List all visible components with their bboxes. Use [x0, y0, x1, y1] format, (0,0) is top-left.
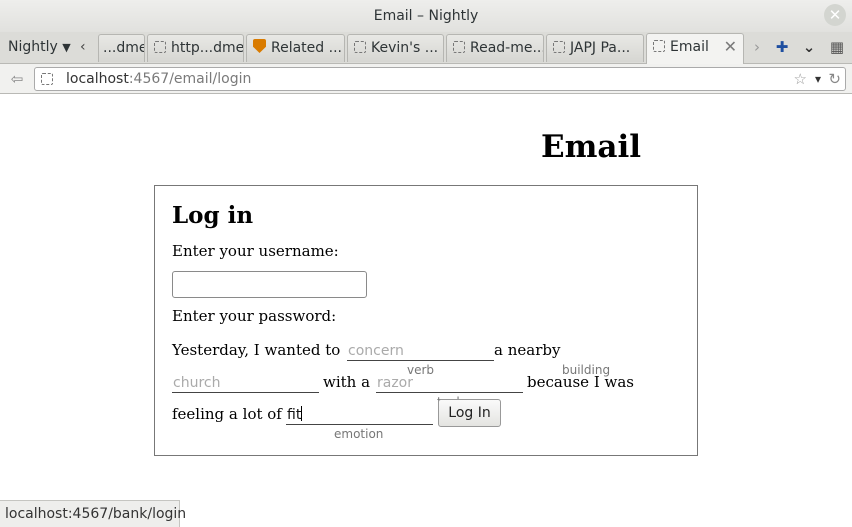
tab-label: Read-me... [470, 40, 544, 56]
blank-page-icon [453, 41, 465, 53]
tab-strip: Nightly ▼ ‹ ...dme http...dme Related ..… [0, 32, 852, 64]
blank-page-icon [354, 41, 366, 53]
status-bar: localhost:4567/bank/login [0, 500, 186, 527]
close-tab-icon[interactable]: ✕ [724, 34, 737, 60]
tab-kevins[interactable]: Kevin's ... [347, 34, 444, 62]
login-form: Log in Enter your username: Enter your p… [154, 185, 698, 456]
tab-email[interactable]: Email ✕ [646, 33, 744, 64]
emotion-value: fit [287, 407, 302, 423]
tab-label: JAPJ Pa... [570, 40, 631, 56]
blank-page-icon [154, 41, 166, 53]
emotion-input[interactable]: fit [286, 405, 433, 425]
login-button[interactable]: Log In [438, 399, 501, 427]
madlib-text-3: with a [323, 373, 371, 391]
url-host: localhost [66, 71, 129, 87]
blank-page-icon [553, 41, 565, 53]
madlib-text-4: because I was [527, 373, 634, 391]
list-tabs-icon[interactable]: ⌄ [799, 32, 819, 62]
tool-input[interactable]: razor [376, 373, 523, 393]
window-close-icon[interactable]: ✕ [824, 4, 846, 26]
login-heading: Log in [172, 202, 254, 229]
app-menu-label: Nightly [8, 39, 58, 55]
site-identity-icon[interactable] [41, 73, 53, 85]
tab-label: Email [670, 39, 709, 55]
shield-icon [253, 39, 266, 53]
new-tab-icon[interactable]: ✚ [772, 32, 792, 62]
page-content: Email Log in Enter your username: Enter … [0, 95, 852, 527]
chevron-down-icon: ▼ [62, 41, 71, 54]
page-title: Email [541, 129, 642, 165]
reload-icon[interactable]: ↻ [828, 68, 841, 90]
password-label: Enter your password: [172, 307, 337, 325]
scroll-tabs-right-icon[interactable]: › [750, 32, 764, 62]
username-input[interactable] [172, 271, 367, 298]
madlib-text-5: feeling a lot of [172, 405, 282, 423]
emotion-hint: emotion [334, 427, 384, 441]
text-caret [301, 406, 303, 421]
url-bar[interactable]: localhost:4567/email/login ☆ ▾ ↻ [34, 67, 846, 91]
tab-label: http...dme [171, 40, 244, 56]
madlib-text-1: Yesterday, I wanted to [172, 341, 341, 359]
tab-label: Kevin's ... [371, 40, 439, 56]
scroll-tabs-left-icon[interactable]: ‹ [80, 32, 96, 62]
bookmark-star-icon[interactable]: ☆ [794, 68, 807, 90]
tab-readme-2[interactable]: http...dme [147, 34, 244, 62]
app-menu-button[interactable]: Nightly ▼ [0, 32, 74, 62]
username-label: Enter your username: [172, 242, 339, 260]
verb-input[interactable]: concern [347, 341, 494, 361]
tab-label: Related ... [271, 40, 342, 56]
tab-related[interactable]: Related ... [246, 34, 345, 62]
building-input[interactable]: church [172, 373, 319, 393]
url-text: localhost:4567/email/login [66, 68, 251, 90]
window-title: Email – Nightly [373, 8, 479, 24]
tab-japj[interactable]: JAPJ Pa... [546, 34, 644, 62]
tab-read-me[interactable]: Read-me... [446, 34, 544, 62]
madlib-text-2: a nearby [494, 341, 561, 359]
tab-groups-icon[interactable]: ▦ [826, 32, 848, 62]
url-path: :4567/email/login [128, 71, 252, 87]
url-dropdown-icon[interactable]: ▾ [815, 68, 821, 90]
window-titlebar: Email – Nightly ✕ [0, 0, 852, 32]
tab-label: ...dme [103, 40, 145, 56]
back-arrow-icon[interactable]: ⇦ [4, 67, 30, 91]
tab-readme-1[interactable]: ...dme [98, 34, 145, 62]
navigation-bar: ⇦ localhost:4567/email/login ☆ ▾ ↻ [0, 64, 852, 94]
blank-page-icon [653, 40, 665, 52]
